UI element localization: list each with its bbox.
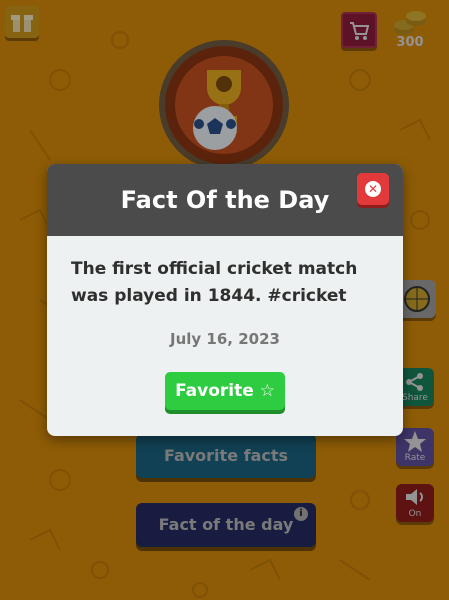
fact-of-the-day-dialog: Fact Of the Day The first official crick… [47,164,403,436]
close-button[interactable]: ✕ [357,173,389,205]
close-icon: ✕ [365,181,381,197]
fact-text: The first official cricket match was pla… [71,259,358,306]
fact-date: July 16, 2023 [170,330,280,348]
favorite-button[interactable]: Favorite ☆ [165,372,285,410]
dialog-title: Fact Of the Day [47,164,403,236]
